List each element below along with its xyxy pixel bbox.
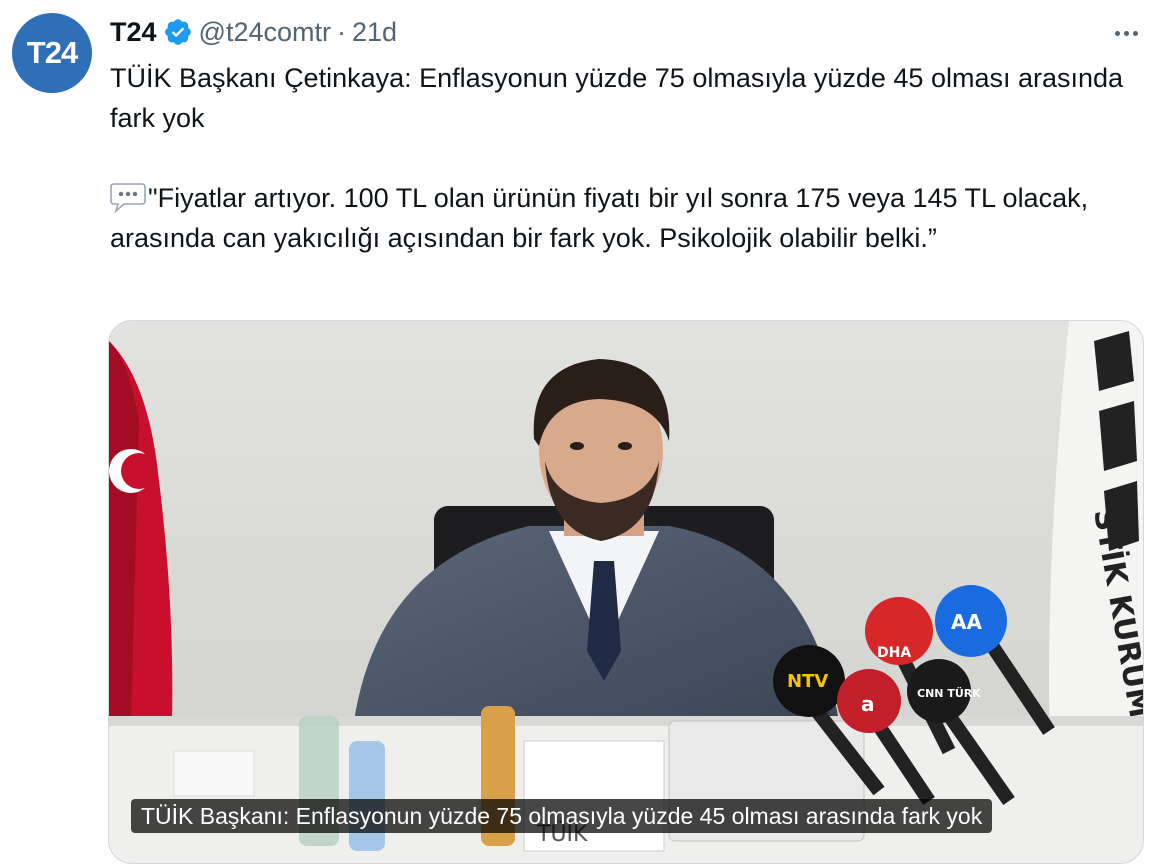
tweet-text: TÜİK Başkanı Çetinkaya: Enflasyonun yüzd…	[110, 58, 1150, 258]
tweet-media-image[interactable]: STİK KURUMU TÜİK AA DHA NTV CNN TÜRK a T…	[108, 320, 1144, 864]
separator-dot: ·	[336, 16, 346, 47]
tweet-timestamp[interactable]: 21d	[352, 17, 397, 48]
mic-label-ntv: NTV	[787, 671, 828, 692]
tweet-header: T24 @t24comtr · 21d	[110, 14, 397, 50]
more-options-icon[interactable]	[1108, 18, 1144, 48]
verified-badge-icon	[164, 19, 191, 45]
speech-balloon-icon	[110, 183, 146, 213]
press-conference-photo: STİK KURUMU TÜİK AA DHA NTV CNN TÜRK a	[109, 321, 1143, 863]
media-caption: TÜİK Başkanı: Enflasyonun yüzde 75 olmas…	[131, 799, 993, 833]
mic-label-cnn: CNN TÜRK	[917, 686, 981, 700]
author-name[interactable]: T24	[110, 17, 157, 48]
author-handle[interactable]: @t24comtr	[199, 17, 331, 48]
mic-label-a: a	[861, 692, 875, 716]
mic-label-dha: DHA	[877, 645, 911, 661]
avatar-text: T24	[26, 35, 78, 70]
avatar[interactable]: T24	[12, 13, 92, 93]
mic-label-aa: AA	[951, 610, 982, 634]
tweet-headline: TÜİK Başkanı Çetinkaya: Enflasyonun yüzd…	[110, 63, 1124, 133]
tweet-quote: "Fiyatlar artıyor. 100 TL olan ürünün fi…	[110, 183, 1089, 253]
tweet-quote-paragraph: "Fiyatlar artıyor. 100 TL olan ürünün fi…	[110, 178, 1150, 258]
